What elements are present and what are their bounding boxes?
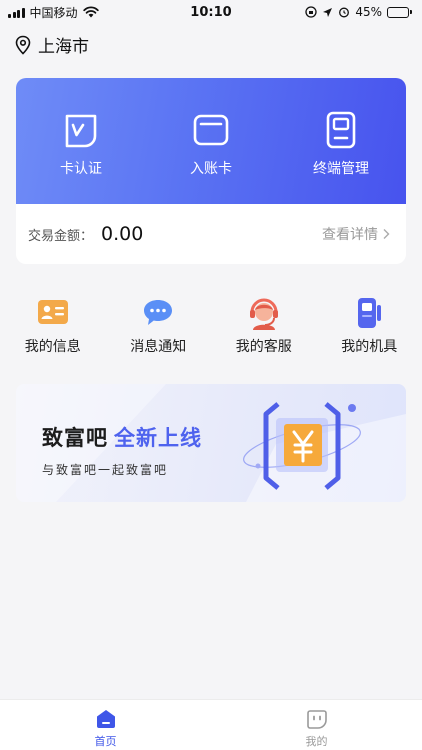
main-card: 卡认证 入账卡 终端管理 交易金额： 0.00 查看详情	[16, 78, 406, 264]
deposit-card-button[interactable]: 入账卡	[156, 110, 266, 178]
tab-home[interactable]: 首页	[46, 700, 166, 750]
my-info-label: 我的信息	[24, 339, 81, 355]
notifications-label: 消息通知	[130, 339, 187, 355]
banner-subtitle: 与致富吧一起致富吧	[42, 463, 169, 477]
customer-service-button[interactable]: 我的客服	[214, 296, 314, 356]
terminal-icon	[326, 111, 356, 149]
my-devices-button[interactable]: 我的机具	[319, 296, 419, 356]
view-details-link[interactable]: 查看详情	[322, 224, 390, 244]
battery-icon	[387, 6, 412, 18]
location-arrow-icon	[323, 7, 333, 17]
message-icon	[144, 300, 173, 325]
tab-home-label: 首页	[94, 735, 117, 748]
city-label: 上海市	[38, 37, 89, 57]
carrier-label: 中国移动	[29, 5, 78, 20]
location-selector[interactable]: 上海市	[14, 32, 89, 57]
notifications-button[interactable]: 消息通知	[108, 296, 208, 356]
deposit-card-icon	[193, 114, 229, 146]
quick-menu: 我的信息 消息通知 我的客服 我的机具	[0, 296, 422, 356]
amount-label: 交易金额：	[28, 229, 94, 244]
banner-title: 致富吧 全新上线	[42, 422, 202, 452]
id-card-icon	[37, 300, 68, 324]
signal-icon	[8, 7, 25, 18]
wifi-icon	[82, 6, 99, 18]
tab-profile-label: 我的	[305, 735, 328, 748]
location-pin-icon	[15, 35, 31, 55]
status-bar: 中国移动 10:10 45%	[0, 0, 422, 24]
profile-icon	[306, 710, 327, 729]
view-details-label: 查看详情	[322, 227, 378, 243]
banner-title-highlight: 全新上线	[114, 426, 202, 450]
bottom-tab-bar: 首页 我的	[0, 699, 422, 750]
home-icon	[96, 710, 115, 728]
alarm-icon	[339, 7, 350, 18]
customer-service-label: 我的客服	[235, 339, 292, 355]
card-verify-icon	[65, 114, 97, 148]
transaction-summary: 交易金额： 0.00 查看详情	[16, 204, 406, 264]
screen-lock-icon	[305, 6, 317, 18]
status-right: 45%	[305, 5, 412, 19]
pos-device-icon	[358, 298, 382, 328]
my-info-button[interactable]: 我的信息	[3, 296, 103, 356]
card-verify-button[interactable]: 卡认证	[26, 110, 136, 178]
terminal-management-label: 终端管理	[313, 161, 369, 177]
my-devices-label: 我的机具	[341, 339, 398, 355]
card-verify-label: 卡认证	[60, 161, 102, 177]
status-time: 10:10	[190, 4, 232, 20]
status-left: 中国移动	[8, 4, 99, 21]
tab-profile[interactable]: 我的	[257, 700, 377, 750]
amount-value: 0.00	[101, 223, 144, 245]
amount-group: 交易金额： 0.00	[28, 223, 143, 245]
terminal-management-button[interactable]: 终端管理	[286, 110, 396, 178]
banner-title-main: 致富吧	[42, 426, 108, 450]
chevron-right-icon	[383, 229, 390, 239]
yuan-coin-illustration	[243, 402, 361, 490]
promo-banner[interactable]: 致富吧 全新上线 与致富吧一起致富吧	[16, 384, 406, 502]
deposit-card-label: 入账卡	[190, 161, 232, 177]
battery-percent: 45%	[355, 5, 382, 19]
customer-service-icon	[249, 298, 278, 330]
card-functions: 卡认证 入账卡 终端管理	[16, 78, 406, 204]
